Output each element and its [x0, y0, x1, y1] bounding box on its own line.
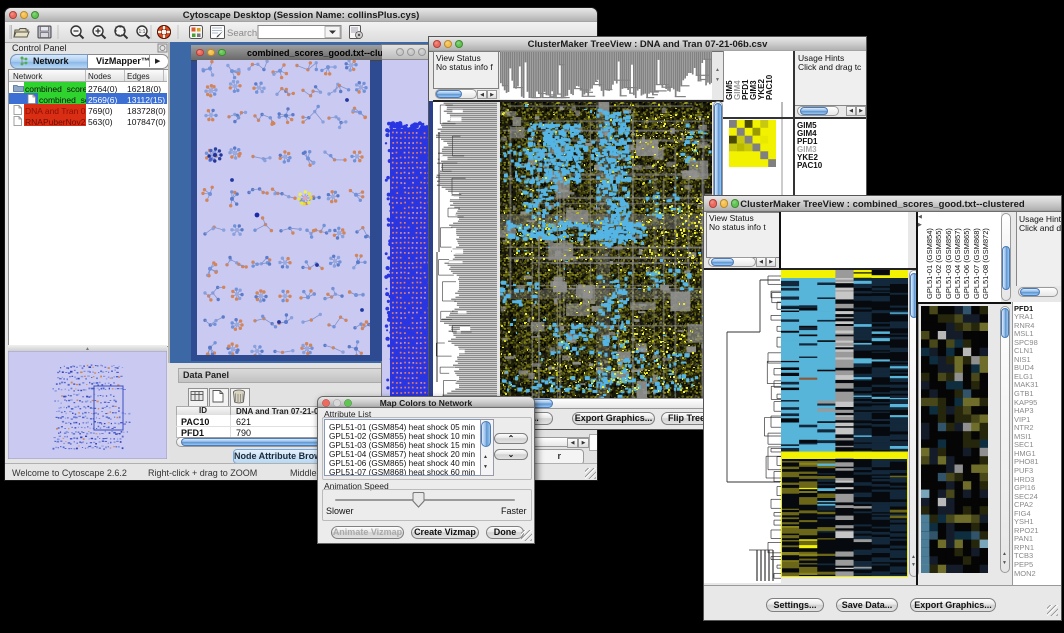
svg-text:Search:: Search: [227, 28, 260, 39]
svg-text:1:1: 1:1 [139, 29, 146, 35]
